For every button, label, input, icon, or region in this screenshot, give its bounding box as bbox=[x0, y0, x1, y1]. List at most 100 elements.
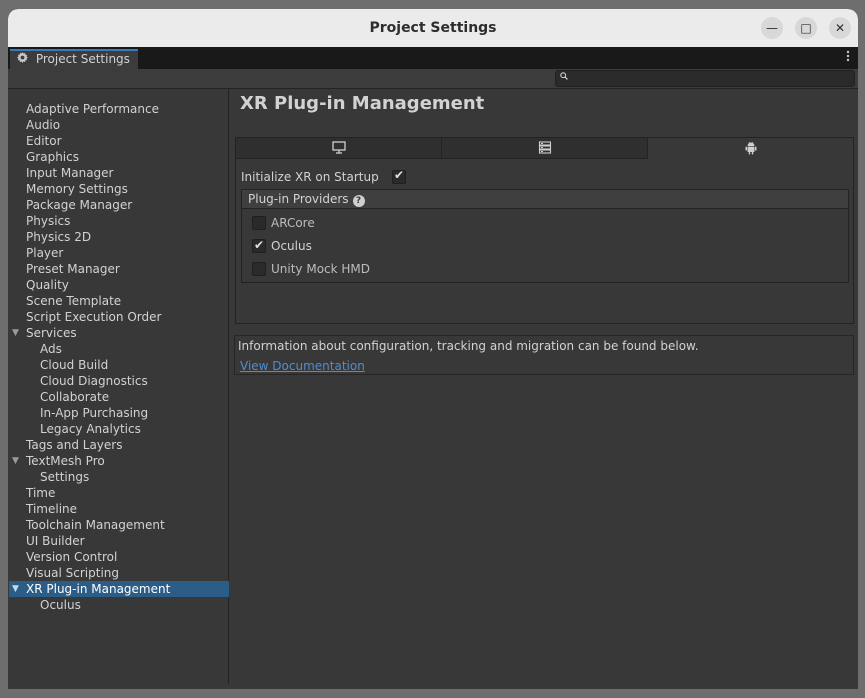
sidebar-item[interactable]: Collaborate bbox=[9, 389, 229, 405]
view-documentation-link[interactable]: View Documentation bbox=[240, 359, 365, 373]
sidebar-item-label: Cloud Build bbox=[40, 358, 109, 372]
tab-menu-kebab-icon[interactable] bbox=[846, 50, 850, 65]
settings-main-panel: XR Plug-in Management Initialize XR on S… bbox=[230, 89, 858, 684]
sidebar-item-label: Physics bbox=[26, 214, 71, 228]
sidebar-item-label: Toolchain Management bbox=[26, 518, 165, 532]
sidebar-item-label: Package Manager bbox=[26, 198, 133, 212]
sidebar-item[interactable]: Scene Template bbox=[9, 293, 229, 309]
window-title: Project Settings bbox=[369, 20, 497, 36]
expand-arrow-icon[interactable]: ▼ bbox=[12, 581, 19, 597]
sidebar-item[interactable]: Version Control bbox=[9, 549, 229, 565]
sidebar-item[interactable]: Ads bbox=[9, 341, 229, 357]
sidebar-item[interactable]: Quality bbox=[9, 277, 229, 293]
initialize-xr-label: Initialize XR on Startup bbox=[241, 170, 379, 184]
close-icon: ✕ bbox=[834, 21, 846, 35]
sidebar-item[interactable]: Physics 2D bbox=[9, 229, 229, 245]
sidebar-item-label: Oculus bbox=[40, 598, 81, 612]
sidebar-item-label: Time bbox=[26, 486, 56, 500]
sidebar-item-label: XR Plug-in Management bbox=[26, 582, 171, 596]
sidebar-item[interactable]: Package Manager bbox=[9, 197, 229, 213]
sidebar-item-label: Version Control bbox=[26, 550, 118, 564]
sidebar-item[interactable]: Physics bbox=[9, 213, 229, 229]
provider-label: ARCore bbox=[271, 216, 315, 230]
expand-arrow-icon[interactable]: ▼ bbox=[12, 453, 19, 469]
sidebar-item-label: Timeline bbox=[26, 502, 78, 516]
sidebar-item[interactable]: Editor bbox=[9, 133, 229, 149]
sidebar-item[interactable]: UI Builder bbox=[9, 533, 229, 549]
sidebar-item[interactable]: Cloud Diagnostics bbox=[9, 373, 229, 389]
sidebar-item[interactable]: Time bbox=[9, 485, 229, 501]
sidebar-item[interactable]: Cloud Build bbox=[9, 357, 229, 373]
sidebar-item-label: Editor bbox=[26, 134, 62, 148]
sidebar-item-label: Preset Manager bbox=[26, 262, 120, 276]
info-text: Information about configuration, trackin… bbox=[238, 339, 699, 353]
sidebar-item[interactable]: Oculus bbox=[9, 597, 229, 613]
sidebar-item[interactable]: Adaptive Performance bbox=[9, 101, 229, 117]
minimize-button[interactable]: — bbox=[761, 17, 783, 39]
sidebar-item[interactable]: Memory Settings bbox=[9, 181, 229, 197]
sidebar-item[interactable]: Graphics bbox=[9, 149, 229, 165]
plugin-providers-header: Plug-in Providers? bbox=[242, 190, 848, 209]
sidebar-item[interactable]: Timeline bbox=[9, 501, 229, 517]
tab-android[interactable] bbox=[647, 137, 854, 159]
sidebar-item-label: Player bbox=[26, 246, 64, 260]
title-bar: Project Settings — □ ✕ bbox=[8, 9, 858, 47]
search-input[interactable] bbox=[555, 70, 855, 87]
provider-checkbox[interactable] bbox=[252, 216, 266, 230]
sidebar-item-label: Physics 2D bbox=[26, 230, 92, 244]
editor-tab-bar: Project Settings bbox=[8, 47, 858, 69]
platform-tabs bbox=[235, 137, 854, 159]
sidebar-item[interactable]: ▼ TextMesh Pro bbox=[9, 453, 229, 469]
expand-arrow-icon[interactable]: ▼ bbox=[12, 325, 19, 341]
tab-dedicated-server[interactable] bbox=[441, 137, 648, 159]
sidebar-item[interactable]: ▼ Services bbox=[9, 325, 229, 341]
sidebar-item-label: Visual Scripting bbox=[26, 566, 119, 580]
sidebar-item-label: Input Manager bbox=[26, 166, 114, 180]
sidebar-item[interactable]: Visual Scripting bbox=[9, 565, 229, 581]
provider-checkbox[interactable] bbox=[252, 262, 266, 276]
provider-checkbox[interactable]: ✔ bbox=[252, 238, 266, 253]
sidebar-item-label: TextMesh Pro bbox=[26, 454, 105, 468]
sidebar-item-label: Ads bbox=[40, 342, 62, 356]
sidebar-item[interactable]: In-App Purchasing bbox=[9, 405, 229, 421]
tab-project-settings[interactable]: Project Settings bbox=[10, 49, 138, 69]
sidebar-item[interactable]: Preset Manager bbox=[9, 261, 229, 277]
search-icon bbox=[560, 72, 568, 83]
maximize-icon: □ bbox=[800, 21, 812, 35]
sidebar-item[interactable]: Legacy Analytics bbox=[9, 421, 229, 437]
xr-settings-panel: Initialize XR on Startup ✔ Plug-in Provi… bbox=[235, 159, 854, 324]
sidebar-item-label: UI Builder bbox=[26, 534, 85, 548]
plugin-providers-title: Plug-in Providers bbox=[248, 192, 349, 206]
sidebar-item[interactable]: Tags and Layers bbox=[9, 437, 229, 453]
checkmark-icon: ✔ bbox=[394, 168, 405, 182]
sidebar-item-label: Cloud Diagnostics bbox=[40, 374, 148, 388]
sidebar-item-label: In-App Purchasing bbox=[40, 406, 149, 420]
sidebar-item[interactable]: Script Execution Order bbox=[9, 309, 229, 325]
initialize-xr-checkbox[interactable]: ✔ bbox=[392, 168, 406, 184]
sidebar-item[interactable]: Input Manager bbox=[9, 165, 229, 181]
help-icon[interactable]: ? bbox=[352, 195, 365, 207]
sidebar-item-label: Adaptive Performance bbox=[26, 102, 159, 116]
gear-icon bbox=[17, 51, 29, 68]
sidebar-item-label: Graphics bbox=[26, 150, 79, 164]
sidebar-item-label: Audio bbox=[26, 118, 61, 132]
maximize-button[interactable]: □ bbox=[795, 17, 817, 39]
settings-sidebar: Adaptive Performance Audio Editor Graphics I… bbox=[9, 89, 229, 684]
sidebar-item[interactable]: Toolchain Management bbox=[9, 517, 229, 533]
server-icon bbox=[538, 141, 551, 157]
tab-standalone[interactable] bbox=[235, 137, 442, 159]
sidebar-item[interactable]: Audio bbox=[9, 117, 229, 133]
sidebar-item[interactable]: Player bbox=[9, 245, 229, 261]
settings-toolbar bbox=[8, 69, 858, 89]
info-box: Information about configuration, trackin… bbox=[234, 335, 854, 375]
tab-label: Project Settings bbox=[35, 52, 130, 66]
close-button[interactable]: ✕ bbox=[829, 17, 851, 39]
provider-label: Unity Mock HMD bbox=[271, 262, 371, 276]
sidebar-item[interactable]: ▼ XR Plug-in Management bbox=[9, 581, 229, 597]
provider-label: Oculus bbox=[271, 239, 312, 253]
sidebar-item-label: Settings bbox=[40, 470, 90, 484]
sidebar-item[interactable]: Settings bbox=[9, 469, 229, 485]
sidebar-item-label: Collaborate bbox=[40, 390, 110, 404]
android-icon bbox=[744, 141, 757, 158]
page-title: XR Plug-in Management bbox=[240, 93, 485, 114]
